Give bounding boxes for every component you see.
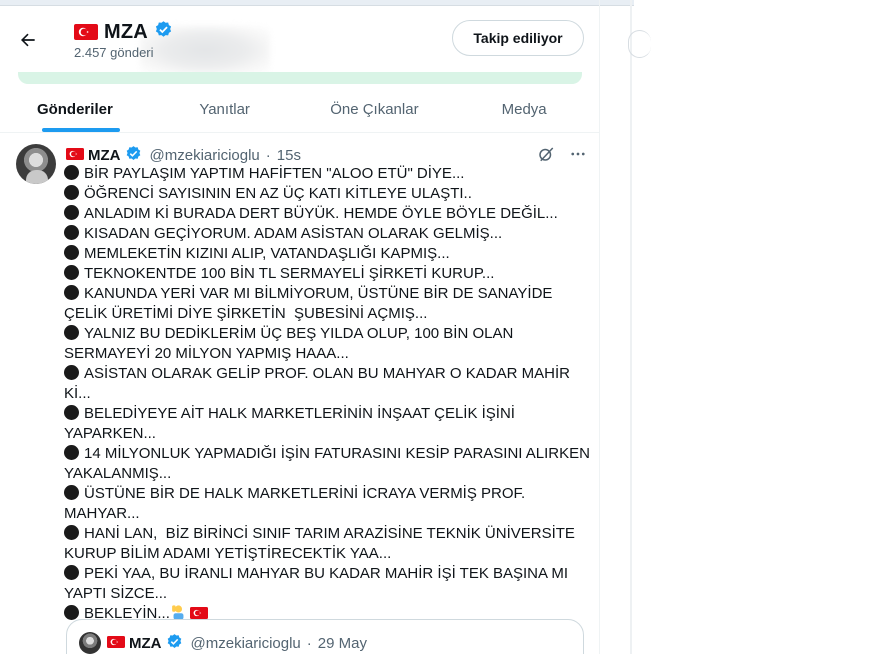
- active-tab-indicator: [42, 128, 120, 132]
- tweet-line-text: ÜSTÜNE BİR DE HALK MARKETLERİNİ İCRAYA V…: [64, 485, 530, 522]
- tweet-line-text: TEKNOKENTDE 100 BİN TL SERMAYELİ ŞİRKETİ…: [84, 265, 495, 282]
- post-count: 2.457 gönderi: [74, 45, 154, 60]
- tab-label: Yanıtlar: [199, 100, 250, 118]
- black-circle-icon: [64, 265, 79, 280]
- tweet-line-text: BELEDİYEYE AİT HALK MARKETLERİNİN İNŞAAT…: [64, 405, 519, 442]
- tweet-line-text: 14 MİLYONLUK YAPMADIĞI İŞİN FATURASINI K…: [64, 445, 594, 482]
- turkey-flag-icon: [107, 635, 125, 652]
- tab-posts[interactable]: Gönderiler: [0, 84, 150, 132]
- avatar: [79, 632, 101, 654]
- black-circle-icon: [64, 185, 79, 200]
- tab-label: Gönderiler: [36, 100, 113, 118]
- black-circle-icon: [64, 245, 79, 260]
- tab-highlights[interactable]: Öne Çıkanlar: [300, 84, 450, 132]
- profile-banner: [18, 72, 582, 84]
- profile-header: MZA 2.457 gönderi Takip ediliyor: [0, 8, 599, 84]
- black-circle-icon: [64, 285, 79, 300]
- tweet-line-text: BİR PAYLAŞIM YAPTIM HAFİFTEN "ALOO ETÜ" …: [84, 165, 465, 182]
- black-circle-icon: [64, 405, 79, 420]
- tweet-line-text: KANUNDA YERİ VAR MI BİLMİYORUM, ÜSTÜNE B…: [64, 285, 557, 322]
- tweet-line: ÖĞRENCİ SAYISININ EN AZ ÜÇ KATI KİTLEYE …: [64, 184, 592, 204]
- tweet-line-text: YALNIZ BU DEDİKLERİM ÜÇ BEŞ YILDA OLUP, …: [64, 325, 518, 362]
- tweet-line: KANUNDA YERİ VAR MI BİLMİYORUM, ÜSTÜNE B…: [64, 284, 592, 324]
- black-circle-icon: [64, 485, 79, 500]
- tweet-line: KISADAN GEÇİYORUM. ADAM ASİSTAN OLARAK G…: [64, 224, 592, 244]
- quoted-author-handle: @mzekiaricioglu: [190, 635, 301, 652]
- tweet-time[interactable]: 15s: [277, 147, 301, 164]
- tweet-line: ANLADIM Kİ BURADA DERT BÜYÜK. HEMDE ÖYLE…: [64, 204, 592, 224]
- verified-badge-icon: [154, 20, 173, 44]
- tweet-line-text: HANİ LAN, BİZ BİRİNCİ SINIF TARIM ARAZİS…: [64, 525, 580, 562]
- tweet-line: ÜSTÜNE BİR DE HALK MARKETLERİNİ İCRAYA V…: [64, 484, 592, 524]
- profile-title: MZA: [74, 20, 173, 44]
- tweet-line: 14 MİLYONLUK YAPMADIĞI İŞİN FATURASINI K…: [64, 444, 592, 484]
- tweet-line: TEKNOKENTDE 100 BİN TL SERMAYELİ ŞİRKETİ…: [64, 264, 592, 284]
- tab-replies[interactable]: Yanıtlar: [150, 84, 300, 132]
- avatar[interactable]: [16, 144, 56, 184]
- black-circle-icon: [64, 605, 79, 620]
- tweet-author-name[interactable]: MZA: [88, 147, 121, 164]
- tab-label: Öne Çıkanlar: [330, 100, 419, 118]
- tweet-line-text: PEKİ YAA, BU İRANLI MAHYAR BU KADAR MAHİ…: [64, 565, 572, 602]
- black-circle-icon: [64, 225, 79, 240]
- quoted-separator: ·: [306, 635, 312, 652]
- sidebar-search-edge[interactable]: [628, 30, 651, 58]
- quoted-author-name: MZA: [129, 635, 162, 652]
- tweet-line-text: MEMLEKETİN KIZINI ALIP, VATANDAŞLIĞI KAP…: [84, 245, 450, 262]
- tweet-line: YALNIZ BU DEDİKLERİM ÜÇ BEŞ YILDA OLUP, …: [64, 324, 592, 364]
- verified-badge-icon: [166, 633, 183, 654]
- black-circle-icon: [64, 565, 79, 580]
- tweet-line-text: KISADAN GEÇİYORUM. ADAM ASİSTAN OLARAK G…: [84, 225, 503, 242]
- profile-display-name: MZA: [104, 20, 148, 43]
- black-circle-icon: [64, 325, 79, 340]
- black-circle-icon: [64, 365, 79, 380]
- black-circle-icon: [64, 165, 79, 180]
- tab-media[interactable]: Medya: [449, 84, 599, 132]
- black-circle-icon: [64, 445, 79, 460]
- tweet-line-text: ANLADIM Kİ BURADA DERT BÜYÜK. HEMDE ÖYLE…: [84, 205, 558, 222]
- tweet-line: PEKİ YAA, BU İRANLI MAHYAR BU KADAR MAHİ…: [64, 564, 592, 604]
- quoted-date: 29 May: [317, 635, 367, 652]
- back-button[interactable]: [14, 28, 42, 56]
- arrow-left-icon: [18, 30, 38, 55]
- quoted-tweet-header: MZA @mzekiaricioglu · 29 May: [107, 633, 367, 654]
- tweet-line: MEMLEKETİN KIZINI ALIP, VATANDAŞLIĞI KAP…: [64, 244, 592, 264]
- tweet-line: ASİSTAN OLARAK GELİP PROF. OLAN BU MAHYA…: [64, 364, 592, 404]
- tweet-author-handle[interactable]: @mzekiaricioglu: [150, 147, 260, 164]
- tweet-line: HANİ LAN, BİZ BİRİNCİ SINIF TARIM ARAZİS…: [64, 524, 592, 564]
- tweet-line-text: ÖĞRENCİ SAYISININ EN AZ ÜÇ KATI KİTLEYE …: [84, 185, 472, 202]
- tweet-line-text: ASİSTAN OLARAK GELİP PROF. OLAN BU MAHYA…: [64, 365, 575, 402]
- turkey-flag-icon: [74, 24, 98, 40]
- tweet-line: BELEDİYEYE AİT HALK MARKETLERİNİN İNŞAAT…: [64, 404, 592, 444]
- sidebar-divider: [630, 0, 632, 654]
- following-button[interactable]: Takip ediliyor: [452, 20, 584, 56]
- tweet-line: BİR PAYLAŞIM YAPTIM HAFİFTEN "ALOO ETÜ" …: [64, 164, 592, 184]
- turkey-flag-icon: [66, 147, 84, 164]
- tweet-header: MZA @mzekiaricioglu · 15s: [66, 145, 301, 166]
- quoted-tweet[interactable]: MZA @mzekiaricioglu · 29 May: [66, 619, 584, 654]
- black-circle-icon: [64, 205, 79, 220]
- tab-label: Medya: [501, 100, 547, 118]
- black-circle-icon: [64, 525, 79, 540]
- tweet-separator: ·: [265, 147, 271, 164]
- tweet-text: BİR PAYLAŞIM YAPTIM HAFİFTEN "ALOO ETÜ" …: [64, 164, 592, 624]
- main-column: MZA 2.457 gönderi Takip ediliyor Gönderi…: [0, 0, 600, 654]
- verified-badge-icon: [125, 145, 142, 166]
- profile-tabs: Gönderiler Yanıtlar Öne Çıkanlar Medya: [0, 84, 599, 133]
